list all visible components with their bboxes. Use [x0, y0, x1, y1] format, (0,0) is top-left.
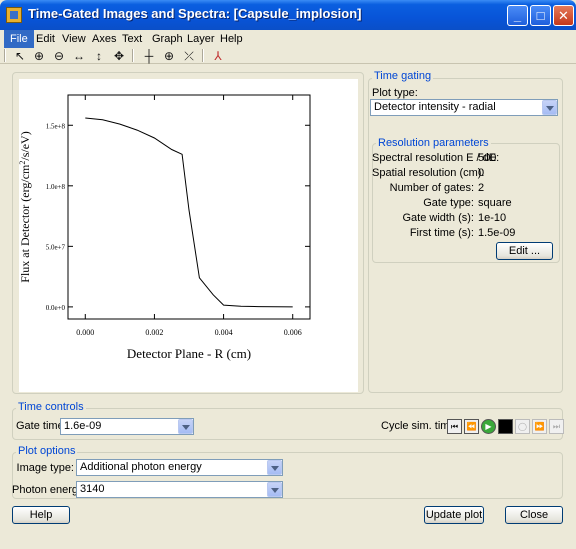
play-icon: ▶	[485, 422, 492, 431]
plot-type-value: Detector intensity - radial	[374, 101, 496, 113]
gate-time-select[interactable]: 1.6e-09	[60, 418, 194, 435]
maximize-icon: □	[536, 8, 545, 23]
skip-back-icon: ⏮	[450, 422, 459, 431]
gate-time-value: 1.6e-09	[64, 420, 102, 432]
minimize-icon: _	[513, 8, 522, 23]
x-tick-label: 0.006	[284, 328, 302, 337]
axes-icon[interactable]: ⅄	[210, 48, 226, 64]
edit-button[interactable]: Edit ...	[496, 242, 553, 260]
close-icon: ✕	[558, 8, 569, 23]
spectral-resolution-label: Spectral resolution E / dE:	[372, 152, 500, 164]
photon-energy-dropdown-button[interactable]	[267, 482, 282, 497]
flux-series-line	[85, 117, 293, 308]
help-button[interactable]: Help	[12, 506, 70, 524]
photon-energy-select[interactable]: 3140	[76, 481, 283, 498]
gate-type-label: Gate type:	[423, 197, 474, 209]
menu-help[interactable]: Help	[214, 30, 249, 48]
first-time-label: First time (s):	[409, 227, 474, 239]
flux-chart: 0.000 0.002 0.004 0.006 0.0e+0 5.0e+7 1.0e+8 1.…	[18, 94, 311, 361]
first-time-value: 1.5e-09	[478, 227, 516, 239]
image-type-value: Additional photon energy	[80, 461, 202, 473]
rewind-button[interactable]: ⏪	[464, 419, 479, 434]
y-tick-label: 1.0e+8	[46, 183, 66, 191]
y-axis-label-main: Flux at Detector (erg/cm	[19, 164, 32, 283]
play-button[interactable]: ▶	[481, 419, 496, 434]
gate-time-dropdown-button[interactable]	[178, 419, 193, 434]
fast-forward-button[interactable]: ⏩	[532, 419, 547, 434]
y-tick-label: 5.0e+7	[46, 243, 66, 251]
toolbar-grip	[4, 49, 6, 62]
image-type-dropdown-button[interactable]	[267, 460, 282, 475]
pan-horizontal-icon[interactable]: ↔	[71, 48, 87, 64]
gate-type-value: square	[478, 197, 512, 209]
maximize-button[interactable]: □	[530, 5, 551, 26]
x-axis-label: Detector Plane - R (cm)	[127, 346, 251, 361]
y-tick-label: 0.0e+0	[46, 304, 66, 312]
number-of-gates-value: 2	[478, 182, 485, 194]
time-gating-label: Time gating	[372, 70, 434, 82]
x-tick-label: 0.000	[76, 328, 94, 337]
plot-type-select[interactable]: Detector intensity - radial	[370, 99, 558, 116]
gate-width-value: 1e-10	[478, 212, 507, 224]
crosshair-icon[interactable]: ┼	[141, 48, 157, 64]
zoom-in-icon[interactable]: ⊕	[31, 48, 47, 64]
plot-options-label: Plot options	[16, 445, 78, 457]
app-icon	[6, 7, 22, 23]
stop-icon: ■	[503, 422, 508, 431]
close-window-button[interactable]: ✕	[553, 5, 574, 26]
spatial-resolution-value: 0	[478, 167, 485, 179]
menu-text[interactable]: Text	[116, 30, 148, 48]
marker-icon[interactable]: ⤫	[181, 48, 197, 64]
minimize-button[interactable]: _	[507, 5, 528, 26]
plot-type-dropdown-button[interactable]	[542, 100, 557, 115]
fast-forward-icon: ⏩	[534, 422, 545, 431]
image-type-label: Image type:	[16, 462, 74, 474]
spectral-resolution-value: 500	[478, 152, 497, 164]
x-tick-label: 0.004	[215, 328, 233, 337]
skip-forward-icon: ⏭	[552, 422, 561, 431]
resolution-label: Resolution parameters	[376, 137, 491, 149]
gate-width-label: Gate width (s):	[402, 212, 474, 224]
x-tick-label: 0.002	[145, 328, 163, 337]
pan-icon[interactable]: ✥	[111, 48, 127, 64]
zoom-out-icon[interactable]: ⊖	[51, 48, 67, 64]
update-plot-button[interactable]: Update plot	[424, 506, 484, 524]
y-axis-label-tail: /s/eV)	[19, 131, 32, 160]
plot-area[interactable]: 0.000 0.002 0.004 0.006 0.0e+0 5.0e+7 1.0e+8 1.…	[18, 79, 358, 392]
close-button[interactable]: Close	[505, 506, 563, 524]
data-reader-icon[interactable]: ⊕	[161, 48, 177, 64]
y-tick-label: 1.5e+8	[46, 122, 66, 130]
pause-icon: ◯	[518, 422, 527, 431]
pause-button[interactable]: ◯	[515, 419, 530, 434]
skip-to-end-button[interactable]: ⏭	[549, 419, 564, 434]
menu-bar: File Edit View Axes Text Graph Layer Hel…	[0, 30, 576, 48]
window-title: Time-Gated Images and Spectra: [Capsule_…	[28, 6, 362, 21]
image-type-select[interactable]: Additional photon energy	[76, 459, 283, 476]
rewind-icon: ⏪	[466, 422, 477, 431]
pointer-icon[interactable]: ↖	[12, 48, 28, 64]
photon-energy-label: Photon energy	[12, 484, 84, 496]
plot-type-label: Plot type:	[372, 87, 418, 99]
time-controls-label: Time controls	[16, 401, 86, 413]
photon-energy-value: 3140	[80, 483, 105, 495]
toolbar-separator	[132, 49, 134, 62]
skip-to-start-button[interactable]: ⏮	[447, 419, 462, 434]
toolbar-separator	[202, 49, 204, 62]
y-axis-label: Flux at Detector (erg/cm2/s/eV)	[19, 131, 32, 282]
spatial-resolution-label: Spatial resolution (cm):	[372, 167, 485, 179]
pan-vertical-icon[interactable]: ↕	[91, 48, 107, 64]
stop-button[interactable]: ■	[498, 419, 513, 434]
number-of-gates-label: Number of gates:	[389, 182, 474, 194]
